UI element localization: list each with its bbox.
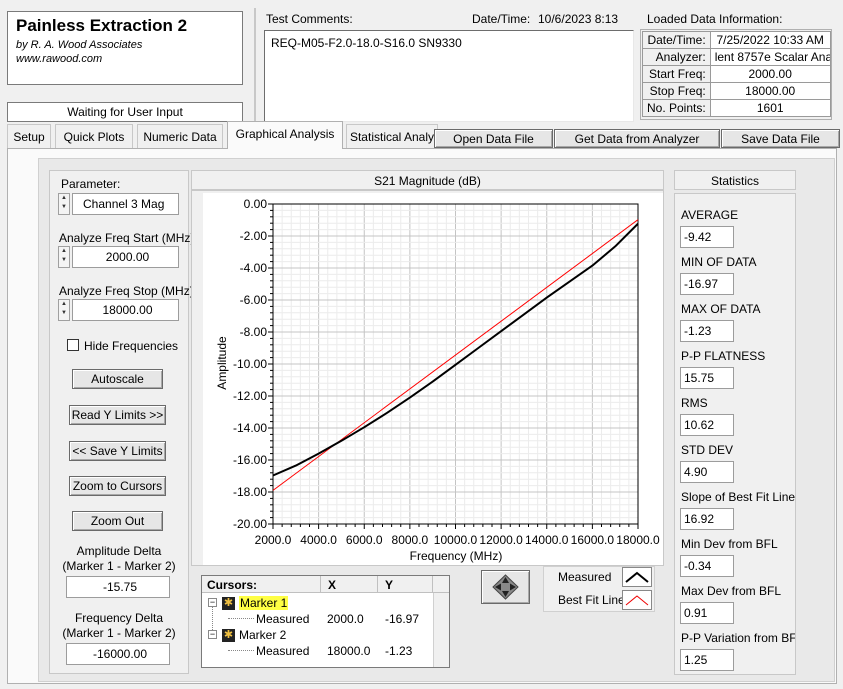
stat-value-max: -1.23	[680, 320, 734, 342]
legend-bestfit-label: Best Fit Line	[558, 593, 625, 607]
marker1-expand-icon[interactable]: −	[208, 598, 217, 607]
y-tick-label: -2.00	[240, 229, 268, 243]
stat-value-min: -16.97	[680, 273, 734, 295]
stat-label-pp-variation: P-P Variation from BF	[681, 631, 795, 645]
stat-label-max: MAX OF DATA	[681, 302, 761, 316]
marker1-y: -16.97	[385, 612, 420, 626]
x-tick-label: 16000.0	[571, 533, 615, 547]
y-tick-label: -20.00	[233, 517, 267, 531]
marker1-name[interactable]: Marker 1	[239, 596, 289, 610]
x-tick-label: 4000.0	[300, 533, 337, 547]
stat-label-pp-flatness: P-P FLATNESS	[681, 349, 766, 363]
cursor-col-y: Y	[385, 578, 394, 592]
stat-label-slope: Slope of Best Fit Line	[681, 490, 796, 504]
statistics-title: Statistics	[710, 174, 759, 188]
y-tick-label: -12.00	[233, 389, 267, 403]
y-tick-label: -16.00	[233, 453, 267, 467]
marker1-sub: Measured	[256, 612, 310, 626]
stat-value-slope: 16.92	[680, 508, 734, 530]
stat-label-rms: RMS	[681, 396, 708, 410]
cursor-table[interactable]: Cursors: X Y − ✱ Marker 1 Measured 2000.…	[201, 575, 450, 668]
cursors-header: Cursors:	[207, 578, 258, 592]
marker2-sub: Measured	[256, 644, 310, 658]
y-tick-label: -4.00	[240, 261, 268, 275]
x-tick-label: 18000.0	[616, 533, 660, 547]
y-tick-label: -14.00	[233, 421, 267, 435]
x-tick-label: 10000.0	[434, 533, 478, 547]
statistics-title-bar: Statistics	[674, 170, 796, 190]
stat-label-max-dev: Max Dev from BFL	[681, 584, 782, 598]
stat-value-max-dev: 0.91	[680, 602, 734, 624]
x-tick-label: 12000.0	[479, 533, 523, 547]
x-axis-label: Frequency (MHz)	[410, 549, 503, 563]
col-divider	[320, 576, 321, 593]
stat-value-rms: 10.62	[680, 414, 734, 436]
legend-measured-swatch[interactable]	[622, 567, 652, 587]
col-divider	[377, 576, 378, 593]
y-tick-label: -18.00	[233, 485, 267, 499]
y-axis-label: Amplitude	[215, 336, 229, 390]
marker2-name[interactable]: Marker 2	[239, 628, 286, 642]
stat-label-min-dev: Min Dev from BFL	[681, 537, 778, 551]
measured-line-icon	[625, 571, 649, 583]
legend-measured-label: Measured	[558, 570, 612, 584]
marker1-x: 2000.0	[327, 612, 364, 626]
stat-label-min: MIN OF DATA	[681, 255, 757, 269]
x-tick-label: 14000.0	[525, 533, 569, 547]
tree-line	[228, 650, 254, 651]
stat-value-min-dev: -0.34	[680, 555, 734, 577]
col-divider	[432, 576, 433, 593]
y-tick-label: 0.00	[244, 197, 268, 211]
stat-label-std-dev: STD DEV	[681, 443, 734, 457]
marker1-icon: ✱	[222, 597, 235, 610]
x-tick-label: 8000.0	[392, 533, 429, 547]
y-tick-label: -6.00	[240, 293, 268, 307]
cursor-col-x: X	[328, 578, 337, 592]
bestfit-line-icon	[625, 595, 649, 606]
y-tick-label: -8.00	[240, 325, 268, 339]
stat-value-pp-variation: 1.25	[680, 649, 734, 671]
y-tick-label: -10.00	[233, 357, 267, 371]
marker2-y: -1.23	[385, 644, 413, 658]
legend-bestfit-swatch[interactable]	[622, 590, 652, 610]
stat-value-pp-flatness: 15.75	[680, 367, 734, 389]
x-tick-label: 2000.0	[255, 533, 292, 547]
cursor-table-scrollbar[interactable]	[433, 593, 449, 667]
x-tick-label: 6000.0	[346, 533, 383, 547]
stat-value-average: -9.42	[680, 226, 734, 248]
tree-line	[228, 618, 254, 619]
marker2-icon: ✱	[222, 629, 235, 642]
tab-graphical-analysis[interactable]: Graphical Analysis	[227, 121, 343, 149]
marker2-x: 18000.0	[327, 644, 371, 658]
stat-value-std-dev: 4.90	[680, 461, 734, 483]
stat-label-average: AVERAGE	[681, 208, 739, 222]
marker2-expand-icon[interactable]: −	[208, 630, 217, 639]
four-way-arrow-icon	[492, 574, 519, 600]
cursor-move-button[interactable]	[481, 570, 530, 604]
